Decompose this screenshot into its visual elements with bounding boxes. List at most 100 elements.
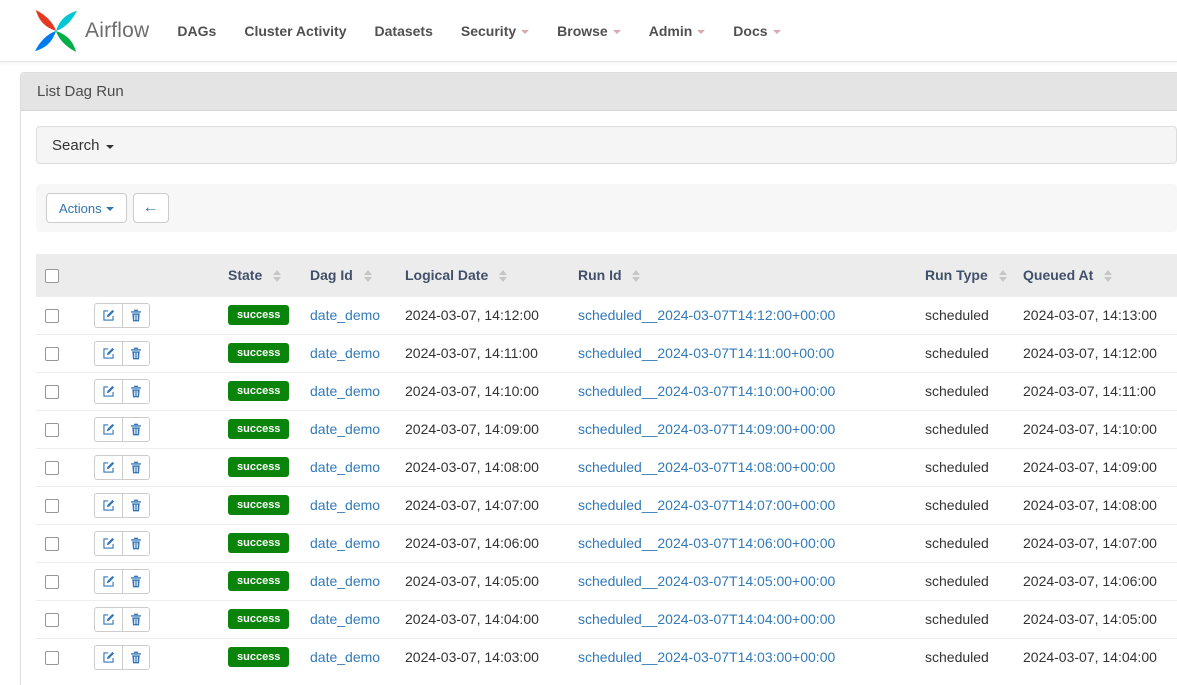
row-checkbox[interactable] (45, 651, 59, 665)
nav-item[interactable]: Security (447, 23, 543, 39)
delete-record-button[interactable] (122, 379, 150, 404)
nav-item[interactable]: DAGs (163, 23, 230, 39)
dag-id-link[interactable]: date_demo (310, 573, 380, 589)
row-checkbox[interactable] (45, 347, 59, 361)
dag-id-link[interactable]: date_demo (310, 535, 380, 551)
sort-icon[interactable] (1104, 270, 1112, 282)
row-checkbox[interactable] (45, 385, 59, 399)
edit-record-button[interactable] (94, 569, 122, 594)
dag-id-link[interactable]: date_demo (310, 459, 380, 475)
trash-icon (130, 385, 142, 398)
nav-item[interactable]: Docs (719, 23, 794, 39)
edit-icon (102, 537, 115, 550)
run-id-link[interactable]: scheduled__2024-03-07T14:04:00+00:00 (578, 611, 835, 627)
queued-at-cell: 2024-03-07, 14:06:00 (1023, 562, 1177, 600)
run-type-cell: scheduled (925, 600, 1023, 638)
back-button[interactable]: ← (133, 193, 169, 223)
edit-record-button[interactable] (94, 417, 122, 442)
dag-id-link[interactable]: date_demo (310, 497, 380, 513)
run-id-link[interactable]: scheduled__2024-03-07T14:09:00+00:00 (578, 421, 835, 437)
run-id-link[interactable]: scheduled__2024-03-07T14:12:00+00:00 (578, 307, 835, 323)
edit-record-button[interactable] (94, 379, 122, 404)
run-id-link[interactable]: scheduled__2024-03-07T14:03:00+00:00 (578, 649, 835, 665)
run-type-cell: scheduled (925, 372, 1023, 410)
select-all-checkbox[interactable] (45, 269, 59, 283)
row-checkbox[interactable] (45, 499, 59, 513)
sort-icon[interactable] (273, 270, 281, 282)
delete-record-button[interactable] (122, 455, 150, 480)
nav-item-label: Security (461, 23, 516, 39)
nav-item[interactable]: Datasets (361, 23, 447, 39)
search-toggle[interactable]: Search (36, 126, 1177, 164)
edit-record-button[interactable] (94, 341, 122, 366)
delete-record-button[interactable] (122, 645, 150, 670)
list-dag-run-panel: List Dag Run Search Actions ← (20, 72, 1177, 685)
row-checkbox[interactable] (45, 309, 59, 323)
edit-record-button[interactable] (94, 645, 122, 670)
sort-icon[interactable] (632, 270, 640, 282)
run-id-link[interactable]: scheduled__2024-03-07T14:11:00+00:00 (578, 345, 834, 361)
status-badge: success (228, 343, 289, 363)
dag-id-link[interactable]: date_demo (310, 611, 380, 627)
table-row: success date_demo 2024-03-07, 14:12:00 s… (36, 296, 1177, 334)
trash-icon (130, 613, 142, 626)
delete-record-button[interactable] (122, 569, 150, 594)
sort-icon[interactable] (499, 270, 507, 282)
dag-id-link[interactable]: date_demo (310, 345, 380, 361)
table-row: success date_demo 2024-03-07, 14:04:00 s… (36, 600, 1177, 638)
row-checkbox[interactable] (45, 613, 59, 627)
chevron-down-icon (106, 145, 114, 149)
status-badge: success (228, 419, 289, 439)
column-header-state[interactable]: State (228, 254, 310, 296)
actions-dropdown-button[interactable]: Actions (46, 193, 127, 223)
row-checkbox[interactable] (45, 537, 59, 551)
status-badge: success (228, 647, 289, 667)
nav-item[interactable]: Cluster Activity (230, 23, 360, 39)
edit-record-button[interactable] (94, 303, 122, 328)
actions-label: Actions (59, 201, 102, 216)
run-id-link[interactable]: scheduled__2024-03-07T14:07:00+00:00 (578, 497, 835, 513)
sort-icon[interactable] (364, 270, 372, 282)
airflow-brand[interactable]: Airflow (33, 8, 149, 54)
delete-record-button[interactable] (122, 341, 150, 366)
dag-id-link[interactable]: date_demo (310, 421, 380, 437)
trash-icon (130, 499, 142, 512)
queued-at-cell: 2024-03-07, 14:09:00 (1023, 448, 1177, 486)
run-type-cell: scheduled (925, 524, 1023, 562)
status-badge: success (228, 571, 289, 591)
edit-record-button[interactable] (94, 531, 122, 556)
delete-record-button[interactable] (122, 531, 150, 556)
column-header-run-id[interactable]: Run Id (578, 254, 925, 296)
nav-menu: DAGs Cluster Activity Datasets Security … (163, 23, 794, 39)
column-header-queued-at[interactable]: Queued At (1023, 254, 1177, 296)
run-id-link[interactable]: scheduled__2024-03-07T14:08:00+00:00 (578, 459, 835, 475)
queued-at-cell: 2024-03-07, 14:10:00 (1023, 410, 1177, 448)
nav-item[interactable]: Admin (635, 23, 720, 39)
delete-record-button[interactable] (122, 493, 150, 518)
column-header-run-type[interactable]: Run Type (925, 254, 1023, 296)
edit-record-button[interactable] (94, 607, 122, 632)
run-id-link[interactable]: scheduled__2024-03-07T14:06:00+00:00 (578, 535, 835, 551)
delete-record-button[interactable] (122, 303, 150, 328)
row-checkbox[interactable] (45, 575, 59, 589)
run-id-link[interactable]: scheduled__2024-03-07T14:10:00+00:00 (578, 383, 835, 399)
nav-item-label: Cluster Activity (244, 23, 346, 39)
dag-id-link[interactable]: date_demo (310, 383, 380, 399)
table-header-row: State Dag Id Logical Date Run Id (36, 254, 1177, 296)
delete-record-button[interactable] (122, 607, 150, 632)
logical-date-cell: 2024-03-07, 14:09:00 (405, 410, 578, 448)
edit-record-button[interactable] (94, 493, 122, 518)
row-checkbox[interactable] (45, 423, 59, 437)
sort-icon[interactable] (999, 270, 1007, 282)
run-id-link[interactable]: scheduled__2024-03-07T14:05:00+00:00 (578, 573, 835, 589)
delete-record-button[interactable] (122, 417, 150, 442)
run-type-cell: scheduled (925, 334, 1023, 372)
column-header-logical-date[interactable]: Logical Date (405, 254, 578, 296)
dag-id-link[interactable]: date_demo (310, 649, 380, 665)
row-checkbox[interactable] (45, 461, 59, 475)
run-type-cell: scheduled (925, 638, 1023, 676)
column-header-dag-id[interactable]: Dag Id (310, 254, 405, 296)
nav-item[interactable]: Browse (543, 23, 635, 39)
edit-record-button[interactable] (94, 455, 122, 480)
dag-id-link[interactable]: date_demo (310, 307, 380, 323)
